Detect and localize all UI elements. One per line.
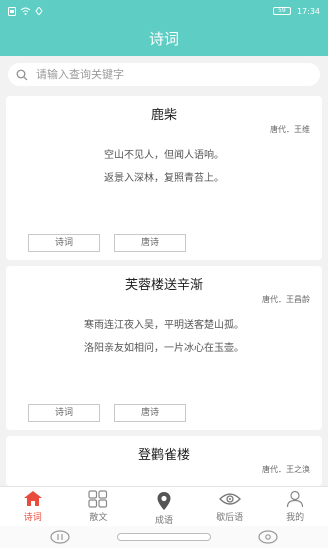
back-icon[interactable] (258, 530, 278, 544)
tag-button[interactable]: 诗词 (28, 234, 100, 252)
nav-item-chengyu[interactable]: 成语 (131, 487, 197, 526)
search-input[interactable] (36, 68, 296, 81)
status-bar: 59 17:34 (0, 0, 328, 22)
bottom-nav: 诗词 散文 成语 歇后语 我的 (0, 486, 328, 526)
nav-label: 歇后语 (216, 513, 244, 523)
poem-title: 鹿柴 (150, 108, 177, 123)
poem-title: 登鹳雀楼 (137, 448, 190, 463)
sim-icon (8, 6, 16, 16)
location-pin-icon (157, 492, 171, 510)
nav-item-wode[interactable]: 我的 (262, 487, 328, 526)
search-box[interactable] (8, 63, 320, 86)
poem-line: 洛阳亲友如相问，一片冰心在玉壶。 (84, 343, 244, 354)
sync-icon (35, 7, 43, 15)
page-title: 诗词 (148, 30, 179, 48)
grid-icon (88, 490, 108, 508)
nav-label: 散文 (89, 513, 108, 523)
system-nav-bar (0, 526, 328, 548)
poem-author: 唐代．王之涣 (262, 465, 310, 474)
tag-button[interactable]: 唐诗 (114, 234, 186, 252)
clock: 17:34 (296, 6, 320, 16)
tag-button[interactable]: 诗词 (28, 404, 100, 422)
poem-author: 唐代．王昌龄 (262, 295, 310, 304)
poem-line: 寒雨连江夜入吴，平明送客楚山孤。 (84, 320, 244, 331)
user-icon (287, 490, 304, 508)
nav-item-shici[interactable]: 诗词 (0, 487, 66, 526)
poem-line: 空山不见人，但闻人语响。 (104, 150, 224, 161)
nav-label: 诗词 (23, 513, 42, 523)
search-bar (0, 56, 328, 92)
poem-card[interactable]: 鹿柴 唐代．王维 空山不见人，但闻人语响。 返景入深林，复照青苔上。 诗词 唐诗 (6, 96, 322, 260)
home-button[interactable] (117, 533, 211, 541)
search-icon (16, 69, 28, 80)
poem-author: 唐代．王维 (270, 125, 310, 134)
nav-item-xiehouyu[interactable]: 歇后语 (197, 487, 263, 526)
home-icon (23, 491, 42, 506)
nav-label: 成语 (154, 516, 173, 526)
nav-item-sanwen[interactable]: 散文 (66, 487, 132, 526)
nav-label: 我的 (286, 513, 305, 523)
poem-line: 返景入深林，复照青苔上。 (104, 173, 224, 184)
poem-title: 芙蓉楼送辛渐 (124, 278, 203, 293)
poem-card[interactable]: 芙蓉楼送辛渐 唐代．王昌龄 寒雨连江夜入吴，平明送客楚山孤。 洛阳亲友如相问，一… (6, 266, 322, 430)
battery-icon: 59 (272, 7, 291, 15)
eye-icon (218, 493, 241, 505)
app-header: 诗词 (0, 22, 328, 56)
poem-card[interactable]: 登鹳雀楼 唐代．王之涣 (6, 436, 322, 486)
tag-button[interactable]: 唐诗 (114, 404, 186, 422)
wifi-icon (20, 7, 31, 15)
multitask-icon[interactable] (50, 530, 70, 544)
